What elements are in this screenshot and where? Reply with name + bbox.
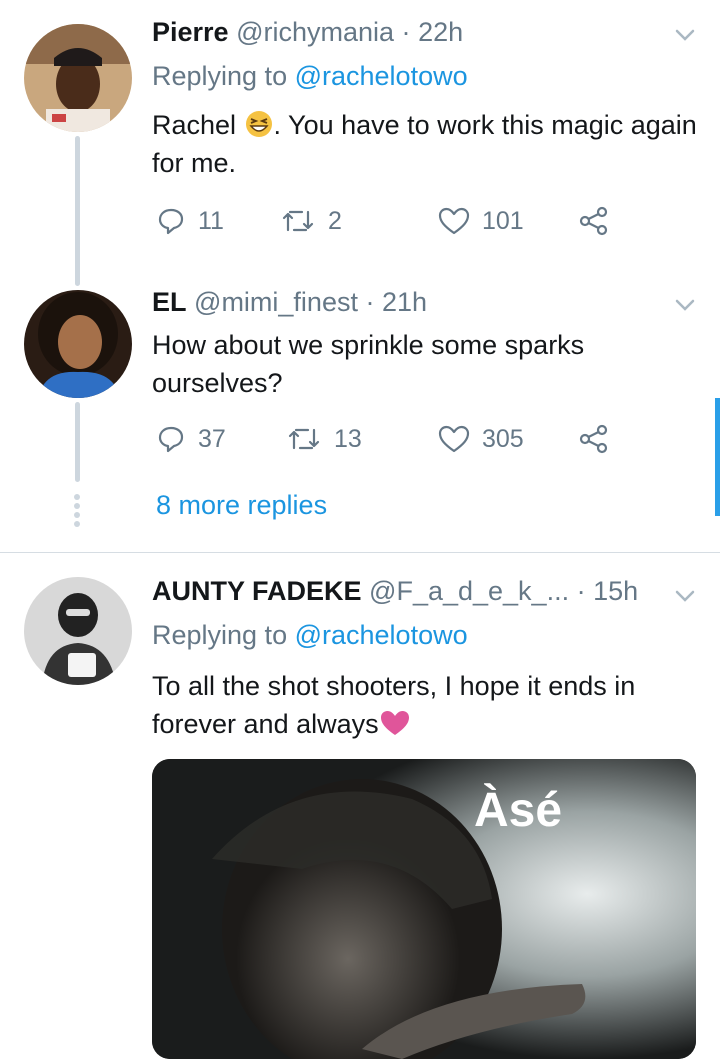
like-count: 305 <box>482 424 524 453</box>
replying-to-link[interactable]: @rachelotowo <box>295 61 468 91</box>
divider <box>0 552 720 553</box>
replying-to: Replying to @rachelotowo <box>152 58 468 94</box>
tweet-text-part: Rachel <box>152 110 244 140</box>
reply-icon <box>158 208 184 235</box>
separator-dot: · <box>401 17 411 47</box>
tweet-header: EL @mimi_finest · 21h <box>152 284 427 320</box>
avatar[interactable] <box>24 24 132 132</box>
retweet-button[interactable]: 13 <box>286 424 362 454</box>
tweet-text: Rachel . You have to work this magic aga… <box>152 106 697 182</box>
display-name[interactable]: AUNTY FADEKE <box>152 576 362 606</box>
retweet-icon <box>282 210 314 232</box>
share-button[interactable] <box>578 206 610 236</box>
heart-icon <box>438 425 470 453</box>
separator-dot: · <box>576 576 586 606</box>
display-name[interactable]: Pierre <box>152 17 229 47</box>
chevron-down-icon[interactable] <box>674 294 696 316</box>
display-name[interactable]: EL <box>152 287 187 317</box>
tweet-header: AUNTY FADEKE @F_a_d_e_k_... · 15h <box>152 573 638 609</box>
reply-button[interactable]: 11 <box>156 206 224 236</box>
timestamp[interactable]: 21h <box>382 287 427 317</box>
chevron-down-icon[interactable] <box>674 585 696 607</box>
timestamp[interactable]: 15h <box>593 576 638 606</box>
image-caption-text: Àsé <box>474 784 563 837</box>
more-replies-link[interactable]: 8 more replies <box>156 490 327 521</box>
avatar[interactable] <box>24 577 132 685</box>
reply-count: 37 <box>198 424 226 453</box>
reply-icon <box>158 426 184 453</box>
thread-line <box>75 402 80 482</box>
avatar[interactable] <box>24 290 132 398</box>
tweet-actions: 37 13 305 <box>152 424 632 464</box>
retweet-count: 13 <box>334 424 362 453</box>
tweet-image[interactable]: Àsé <box>152 759 696 1059</box>
user-handle[interactable]: @mimi_finest <box>194 287 358 317</box>
like-count: 101 <box>482 206 524 235</box>
retweet-icon <box>288 428 320 450</box>
thread-ellipsis <box>73 494 81 530</box>
tweet-text: How about we sprinkle some sparks oursel… <box>152 330 585 398</box>
replying-to-link[interactable]: @rachelotowo <box>295 620 468 650</box>
tweet-pierre[interactable]: Pierre @richymania · 22h Replying to @ra… <box>0 14 720 286</box>
retweet-button[interactable]: 2 <box>280 206 342 236</box>
heart-icon <box>438 207 470 235</box>
tweet-el[interactable]: EL @mimi_finest · 21h How about we sprin… <box>0 284 720 544</box>
tweet-header: Pierre @richymania · 22h <box>152 14 463 50</box>
user-handle[interactable]: @richymania <box>236 17 394 47</box>
retweet-count: 2 <box>328 206 342 235</box>
like-button[interactable]: 305 <box>438 424 524 454</box>
reply-count: 11 <box>198 206 224 235</box>
user-handle[interactable]: @F_a_d_e_k_... <box>369 576 569 606</box>
share-icon <box>579 424 608 454</box>
replying-to-label: Replying to <box>152 620 288 650</box>
tweet-text: To all the shot shooters, I hope it ends… <box>152 667 697 743</box>
reply-button[interactable]: 37 <box>156 424 226 454</box>
replying-to: Replying to @rachelotowo <box>152 617 468 653</box>
chevron-down-icon[interactable] <box>674 24 696 46</box>
tweet-aunty-fadeke[interactable]: AUNTY FADEKE @F_a_d_e_k_... · 15h Replyi… <box>0 573 720 1059</box>
share-button[interactable] <box>578 424 610 454</box>
replying-to-label: Replying to <box>152 61 288 91</box>
timestamp[interactable]: 22h <box>418 17 463 47</box>
like-button[interactable]: 101 <box>438 206 524 236</box>
grinning-squinting-face-emoji-icon <box>245 111 272 137</box>
tweet-actions: 11 2 101 <box>152 206 632 246</box>
thread-line <box>75 136 80 286</box>
pink-heart-emoji-icon <box>380 711 409 735</box>
scroll-indicator[interactable] <box>715 398 720 516</box>
separator-dot: · <box>365 287 375 317</box>
share-icon <box>579 206 608 236</box>
